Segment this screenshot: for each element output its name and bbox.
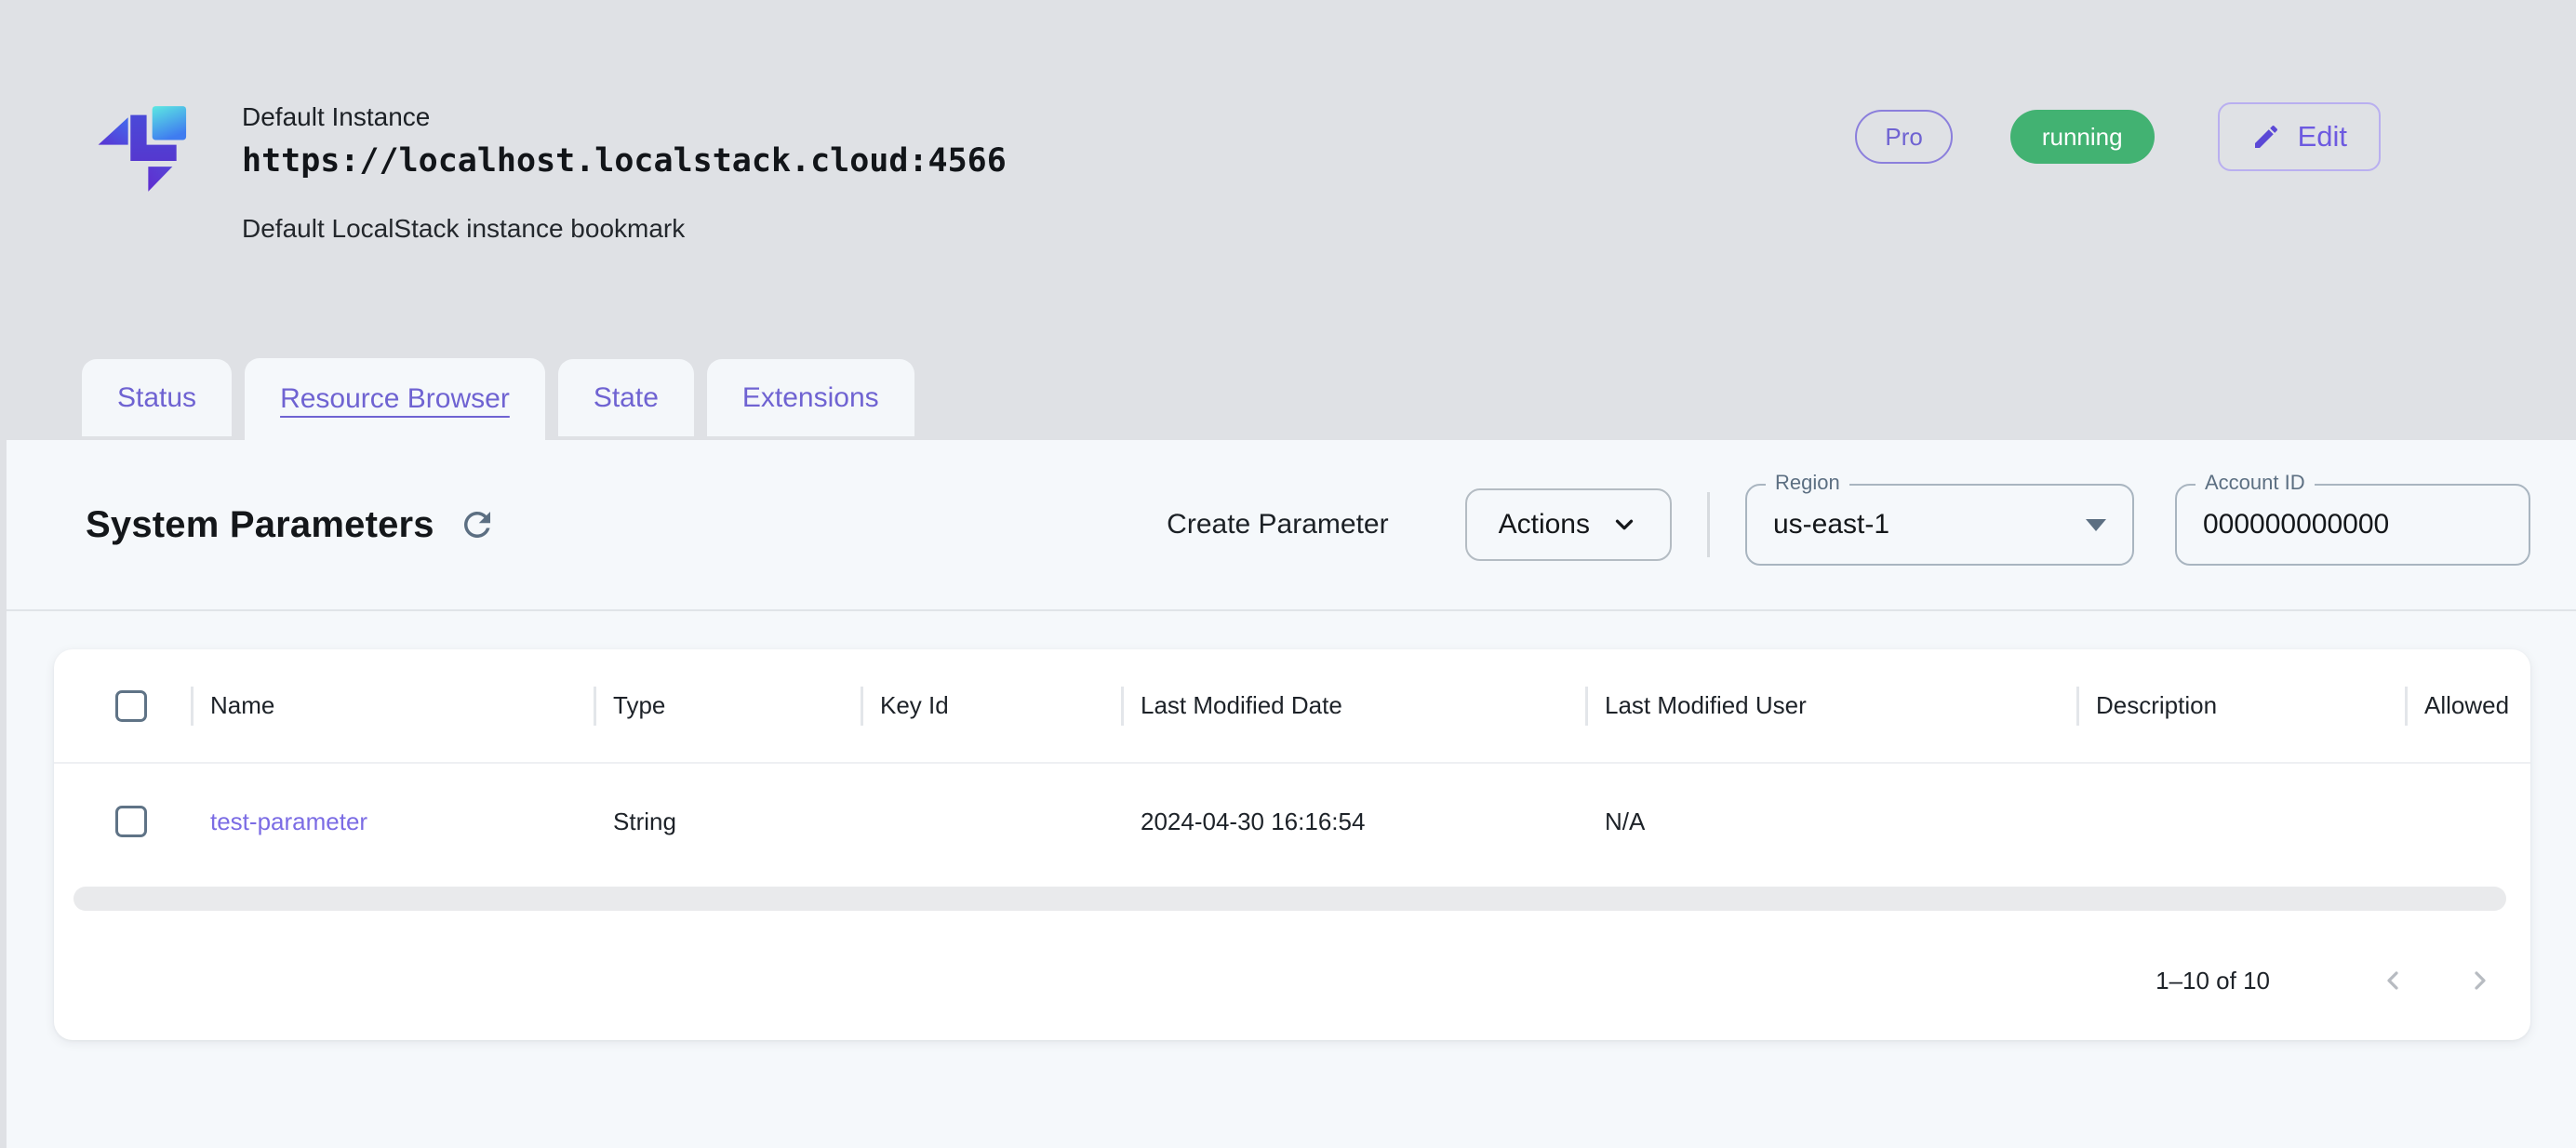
localstack-instance-page: Default Instance https://localhost.local… <box>0 0 2576 1148</box>
horizontal-scrollbar[interactable] <box>73 887 2506 911</box>
instance-header: Default Instance https://localhost.local… <box>0 0 2576 440</box>
pagination: 1–10 of 10 <box>2156 954 2506 1007</box>
column-divider <box>2405 687 2408 726</box>
header-checkbox-cell <box>54 690 191 722</box>
column-divider <box>594 687 596 726</box>
toolbar-divider <box>1707 492 1710 557</box>
instance-badges: Pro running Edit <box>1855 102 2381 171</box>
instance-url: https://localhost.localstack.cloud:4566 <box>242 136 1007 186</box>
column-header-label: Allowed <box>2424 691 2509 720</box>
instance-title: Default Instance <box>242 99 1007 136</box>
column-divider <box>1585 687 1588 726</box>
tab-status-label: Status <box>117 382 196 414</box>
row-last-modified-user-cell: N/A <box>1585 808 2076 836</box>
column-header-key-id: Key Id <box>861 687 1121 726</box>
tab-extensions[interactable]: Extensions <box>707 359 914 436</box>
row-type-cell: String <box>594 808 861 836</box>
parameter-name-link[interactable]: test-parameter <box>210 808 367 836</box>
column-header-last-modified-user: Last Modified User <box>1585 687 2076 726</box>
pro-badge: Pro <box>1855 110 1952 164</box>
account-id-field: Account ID <box>2175 484 2530 566</box>
column-header-label: Last Modified User <box>1605 691 1807 720</box>
parameters-toolbar: System Parameters Create Parameter Actio… <box>7 440 2576 611</box>
row-last-modified-date-cell: 2024-04-30 16:16:54 <box>1121 808 1585 836</box>
row-checkbox-cell <box>54 806 191 837</box>
page-title: System Parameters <box>86 504 434 546</box>
row-checkbox[interactable] <box>115 806 147 837</box>
column-divider <box>1121 687 1124 726</box>
chevron-left-icon <box>2378 966 2408 995</box>
localstack-logo-icon <box>84 84 205 214</box>
column-header-label: Key Id <box>880 691 949 720</box>
tab-status[interactable]: Status <box>82 359 232 436</box>
column-header-label: Description <box>2096 691 2217 720</box>
column-header-description: Description <box>2076 687 2405 726</box>
tab-resource-browser-label: Resource Browser <box>280 383 510 415</box>
parameters-table-card: Name Type Key Id Last Modified Date Last… <box>54 649 2530 1040</box>
instance-info: Default Instance https://localhost.local… <box>84 84 1007 244</box>
actions-button-label: Actions <box>1499 509 1590 541</box>
refresh-icon <box>458 505 497 544</box>
column-divider <box>861 687 863 726</box>
actions-dropdown-button[interactable]: Actions <box>1465 488 1672 561</box>
tab-state[interactable]: State <box>558 359 694 436</box>
instance-description: Default LocalStack instance bookmark <box>242 214 1007 244</box>
table-header-row: Name Type Key Id Last Modified Date Last… <box>54 649 2530 764</box>
tab-extensions-label: Extensions <box>742 382 879 414</box>
column-divider <box>191 687 194 726</box>
instance-text: Default Instance https://localhost.local… <box>242 84 1007 244</box>
account-id-input[interactable] <box>2203 509 2503 541</box>
tab-state-label: State <box>594 382 659 414</box>
column-divider <box>2076 687 2079 726</box>
column-header-label: Type <box>613 691 665 720</box>
next-page-button[interactable] <box>2454 954 2506 1007</box>
column-header-name: Name <box>191 687 594 726</box>
edit-button-label: Edit <box>2298 120 2347 154</box>
row-name-cell: test-parameter <box>191 808 594 836</box>
previous-page-button[interactable] <box>2367 954 2419 1007</box>
region-select[interactable]: Region us-east-1 <box>1745 484 2134 566</box>
region-select-value: us-east-1 <box>1773 509 1889 541</box>
refresh-button[interactable] <box>451 499 503 551</box>
running-status-badge: running <box>2010 110 2155 164</box>
pagination-range-label: 1–10 of 10 <box>2156 967 2270 995</box>
select-arrow-icon <box>2086 519 2106 531</box>
column-header-label: Last Modified Date <box>1141 691 1342 720</box>
chevron-down-icon <box>1610 511 1638 539</box>
select-all-checkbox[interactable] <box>115 690 147 722</box>
pencil-icon <box>2251 122 2281 152</box>
account-id-label: Account ID <box>2196 472 2315 494</box>
column-header-allowed: Allowed <box>2405 687 2530 726</box>
resource-browser-panel: System Parameters Create Parameter Actio… <box>7 440 2576 1148</box>
chevron-right-icon <box>2465 966 2495 995</box>
edit-button[interactable]: Edit <box>2218 102 2381 171</box>
column-header-label: Name <box>210 691 274 720</box>
table-row: test-parameter String 2024-04-30 16:16:5… <box>54 764 2530 879</box>
column-header-type: Type <box>594 687 861 726</box>
instance-tabs: Status Resource Browser State Extensions <box>82 358 914 440</box>
region-select-label: Region <box>1766 472 1849 494</box>
column-header-last-modified-date: Last Modified Date <box>1121 687 1585 726</box>
tab-resource-browser[interactable]: Resource Browser <box>245 358 545 440</box>
create-parameter-button[interactable]: Create Parameter <box>1167 509 1388 541</box>
